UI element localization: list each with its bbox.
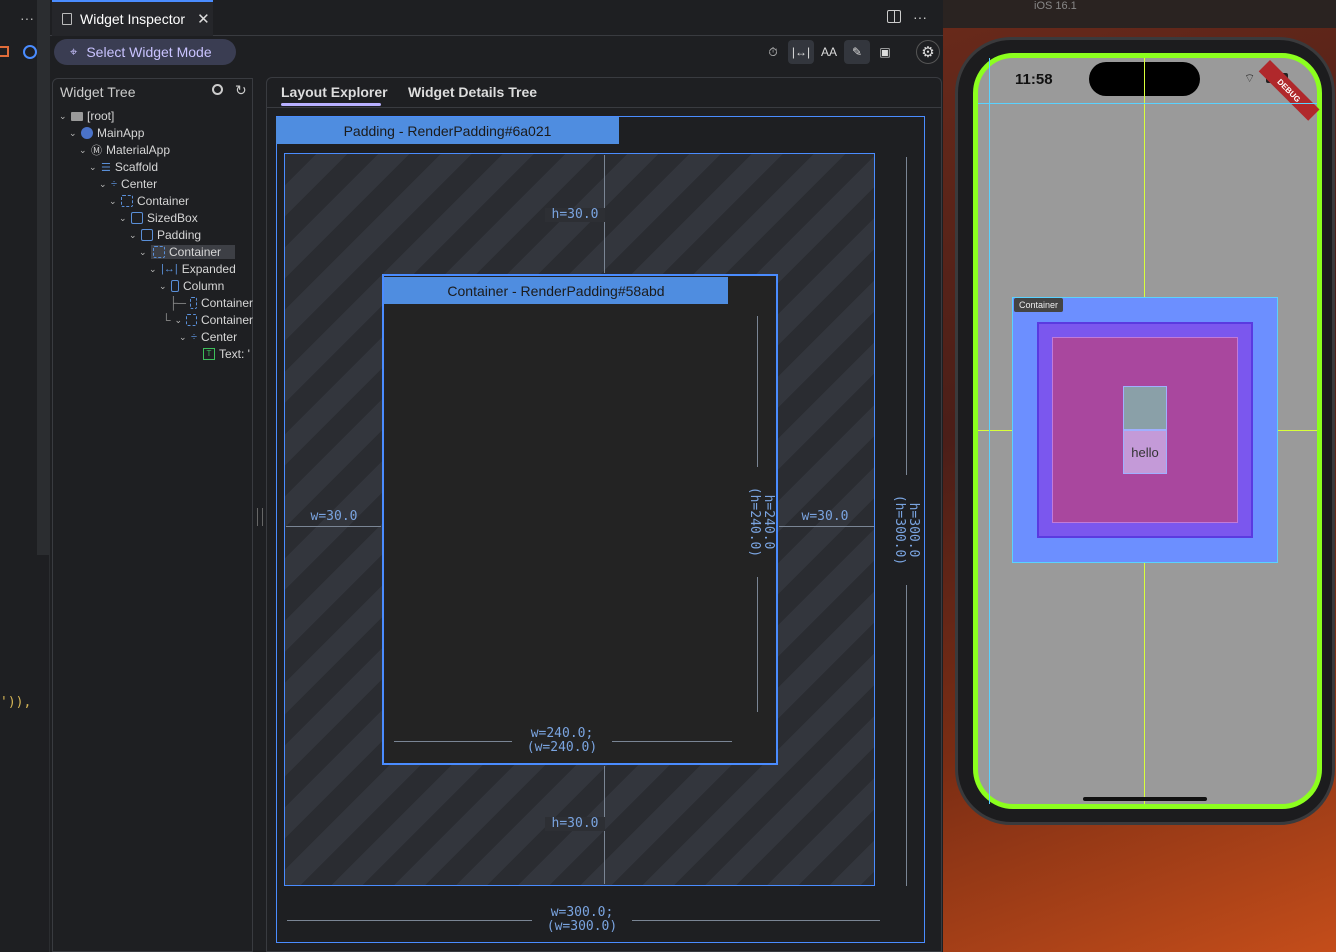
editor-more-icon[interactable]: ···: [20, 10, 34, 26]
tab-layout-explorer[interactable]: Layout Explorer: [281, 84, 388, 100]
parent-width-label: w=300.0; (w=300.0): [532, 906, 632, 934]
tree-node-container-child-2[interactable]: └ ⌄ Container: [162, 312, 253, 328]
container-icon: [121, 195, 133, 207]
tree-node-column[interactable]: ⌄ Column: [159, 278, 224, 294]
bottom-padding-label: h=30.0: [545, 817, 605, 831]
container-icon: [153, 246, 165, 258]
inspect-icon[interactable]: [23, 45, 37, 59]
parent-widget-label[interactable]: Padding - RenderPadding#6a021: [276, 117, 619, 144]
column-icon: [171, 280, 179, 292]
padding-icon: [141, 229, 153, 241]
status-bar-time: 11:58: [1015, 71, 1053, 88]
sizedbox-icon: [131, 212, 143, 224]
split-view-icon[interactable]: [887, 10, 901, 23]
tree-node-text[interactable]: T Text: ': [203, 346, 253, 362]
refresh-icon[interactable]: ↻: [235, 82, 247, 99]
document-icon: [62, 13, 72, 25]
parent-height-label: h=300.0 (h=300.0): [892, 475, 921, 585]
left-padding-label: w=30.0: [310, 509, 358, 524]
tree-node-container-selected[interactable]: ⌄ Container: [139, 244, 236, 260]
overlay-tooltip: Container: [1014, 298, 1064, 312]
tree-node-center[interactable]: ⌄ ÷ Center: [99, 176, 157, 192]
active-tab-indicator: [281, 103, 381, 106]
child-layout-box[interactable]: [382, 274, 778, 765]
tab-widget-details-tree[interactable]: Widget Details Tree: [408, 84, 537, 100]
tree-node-container-child-1[interactable]: ├─ Container: [169, 295, 253, 311]
widget-tree-title: Widget Tree: [60, 84, 136, 100]
tree-node-container[interactable]: ⌄ Container: [109, 193, 189, 209]
child-widget-label[interactable]: Container - RenderPadding#58abd: [384, 277, 728, 304]
settings-icon[interactable]: ⚙: [916, 40, 940, 64]
select-mode-label: Select Widget Mode: [86, 44, 212, 60]
right-padding-label: w=30.0: [801, 509, 849, 524]
oversized-images-icon[interactable]: ▣: [872, 40, 898, 64]
cursor-click-icon: ⌖: [70, 44, 78, 59]
center-icon: ÷: [111, 178, 118, 190]
right-padding-arrow: [779, 526, 874, 527]
overlay-child-container[interactable]: [1123, 386, 1167, 430]
child-width-label: w=240.0; (w=240.0): [512, 727, 612, 755]
center-icon: ÷: [191, 331, 198, 343]
guideline-left: [989, 58, 990, 804]
left-padding-arrow: [286, 526, 381, 527]
guideline-top: [978, 103, 1317, 104]
guidelines-icon[interactable]: |↔|: [788, 40, 814, 64]
slow-animations-icon[interactable]: ⏱: [760, 40, 786, 64]
tab-widget-inspector[interactable]: Widget Inspector ✕: [52, 0, 213, 36]
editor-code-snippet: ')),: [0, 695, 32, 710]
child-height-label: h=240.0 (h=240.0): [747, 467, 776, 577]
stop-icon[interactable]: [0, 46, 9, 57]
select-widget-mode-button[interactable]: ⌖ Select Widget Mode: [54, 39, 236, 65]
close-icon[interactable]: ✕: [197, 10, 210, 28]
tree-node-materialapp[interactable]: ⌄ Ⓜ MaterialApp: [79, 142, 170, 158]
hello-text-box[interactable]: hello: [1123, 430, 1167, 474]
tree-node-padding[interactable]: ⌄ Padding: [129, 227, 201, 243]
tree-node-sizedbox[interactable]: ⌄ SizedBox: [119, 210, 198, 226]
simulator-os-label: iOS 16.1: [1034, 0, 1077, 12]
container-icon: [190, 297, 197, 309]
search-icon[interactable]: [212, 84, 223, 95]
home-indicator: [1083, 797, 1207, 801]
subtab-divider: [267, 107, 941, 108]
editor-scrollbar[interactable]: [37, 0, 50, 555]
tab-title: Widget Inspector: [80, 11, 186, 27]
text-icon: T: [203, 348, 215, 360]
folder-icon: [71, 111, 83, 121]
tab-more-icon[interactable]: ···: [913, 9, 927, 25]
simulator-title-bar: [943, 0, 1336, 28]
tree-node-center-inner[interactable]: ⌄ ÷ Center: [179, 329, 237, 345]
container-icon: [186, 314, 197, 326]
widget-class-icon: [81, 127, 93, 139]
panel-resize-handle[interactable]: [257, 508, 263, 526]
tree-node-scaffold[interactable]: ⌄ ☰ Scaffold: [89, 159, 158, 175]
material-icon: Ⓜ: [91, 145, 102, 157]
tree-node-expanded[interactable]: ⌄ |↔| Expanded: [149, 261, 236, 277]
text-baselines-icon[interactable]: AA: [816, 40, 842, 64]
scaffold-icon: ☰: [101, 161, 111, 174]
tree-node-mainapp[interactable]: ⌄ MainApp: [69, 125, 144, 141]
expanded-icon: |↔|: [161, 263, 178, 275]
tree-node-root[interactable]: ⌄ [root]: [59, 108, 114, 124]
repaint-rainbow-icon[interactable]: ✎: [844, 40, 870, 64]
top-padding-label: h=30.0: [545, 208, 605, 222]
wifi-icon: ⌔: [1244, 71, 1256, 85]
